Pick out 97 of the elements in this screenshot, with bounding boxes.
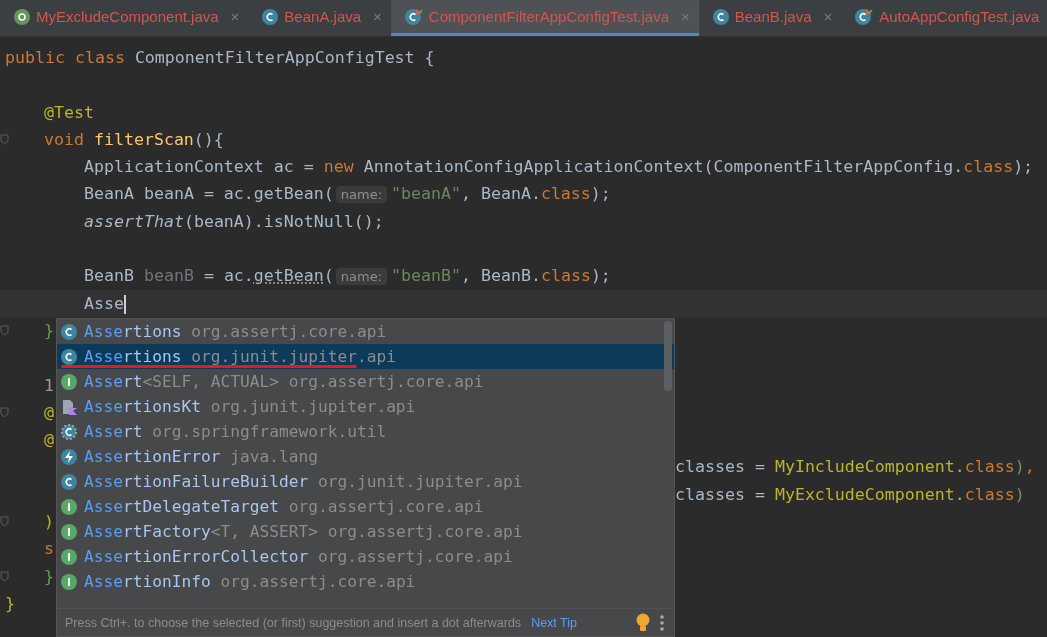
code-text: class bbox=[964, 457, 1015, 477]
code-text: = ac. bbox=[202, 266, 254, 286]
code-text: @ bbox=[44, 430, 54, 450]
suggestion-item[interactable]: Asse rt<SELF, ACTUAL> org.assertj.core.api bbox=[57, 369, 674, 394]
code-text: class bbox=[963, 157, 1014, 177]
code-text: , BeanA. bbox=[460, 184, 541, 204]
code-text: @ bbox=[44, 402, 54, 422]
code-text: ) bbox=[1014, 484, 1025, 504]
lightbulb-icon[interactable] bbox=[636, 612, 650, 633]
interface-icon bbox=[61, 573, 77, 590]
code-text: , BeanB. bbox=[461, 266, 541, 286]
code-text: public class bbox=[5, 48, 126, 67]
suggestion-item[interactable]: Asse rtionError java.lang bbox=[57, 444, 674, 469]
tab-label: MyExcludeComponent.java bbox=[36, 8, 219, 25]
code-text: } bbox=[5, 593, 15, 613]
code-text: getBean bbox=[253, 266, 324, 286]
kotlin-file-icon bbox=[61, 398, 77, 415]
editor-tab[interactable]: BeanA.java × bbox=[248, 0, 391, 36]
code-text: ); bbox=[590, 266, 611, 286]
code-text: ) bbox=[44, 512, 54, 532]
code-text: beanB bbox=[143, 266, 194, 286]
code-text: "beanB" bbox=[391, 266, 461, 286]
interface-icon bbox=[61, 498, 77, 515]
class-icon bbox=[61, 473, 77, 490]
parameter-hint: name: bbox=[335, 268, 388, 286]
fold-icon[interactable] bbox=[0, 516, 9, 528]
code-text: } bbox=[44, 566, 54, 586]
code-text: BeanB bbox=[84, 266, 135, 286]
class-icon bbox=[712, 8, 729, 25]
fold-icon[interactable] bbox=[0, 133, 9, 145]
test-class-icon bbox=[404, 8, 423, 25]
code-text: BeanA beanA = ac.getBean( bbox=[84, 184, 334, 204]
code-text: ) bbox=[1014, 457, 1025, 477]
scrollbar-thumb[interactable] bbox=[664, 321, 672, 391]
code-text: filterScan bbox=[93, 129, 194, 149]
fold-icon[interactable] bbox=[0, 406, 9, 418]
code-text: classes = bbox=[675, 484, 766, 504]
code-text: assertThat bbox=[84, 211, 184, 231]
code-text: classes = bbox=[675, 457, 766, 477]
code-text: ); bbox=[590, 184, 611, 204]
code-text: ApplicationContext ac = bbox=[84, 157, 315, 177]
suggestion-item[interactable]: Asse rtionFailureBuilder org.junit.jupiter.api bbox=[57, 469, 674, 494]
suggestion-item[interactable]: Asse rtions org.junit.jupiter.api bbox=[57, 344, 674, 369]
suggestion-item[interactable]: Asse rtFactory<T, ASSERT> org.assertj.core.api bbox=[57, 519, 674, 544]
close-icon[interactable]: × bbox=[823, 8, 833, 25]
code-text: Asse bbox=[84, 293, 124, 313]
suggestion-item[interactable]: Asse rtDelegateTarget org.assertj.core.api bbox=[57, 494, 674, 519]
abstract-class-icon bbox=[61, 423, 77, 440]
code-text: class bbox=[540, 266, 591, 286]
code-text: (){ bbox=[193, 129, 224, 149]
at-sign-icon bbox=[14, 8, 30, 25]
editor-tab[interactable]: MyExcludeComponent.java × bbox=[0, 0, 249, 36]
code-text: ); bbox=[1013, 157, 1034, 177]
test-class-icon bbox=[855, 8, 874, 25]
code-text: ComponentFilterAppConfigTest { bbox=[134, 48, 435, 67]
close-icon[interactable]: × bbox=[230, 8, 240, 25]
suggestion-item[interactable]: Asse rt org.springframework.util bbox=[57, 419, 674, 444]
code-text: ( bbox=[323, 266, 334, 286]
editor-tab[interactable]: AutoAppConfigTest.java bbox=[841, 0, 1047, 36]
code-text: } bbox=[44, 320, 54, 340]
code-text: MyExcludeComponent. bbox=[774, 484, 965, 504]
next-tip-link[interactable]: Next Tip bbox=[531, 615, 577, 630]
suggestion-item[interactable]: Asse rtionInfo org.assertj.core.api bbox=[57, 569, 674, 594]
suggestion-item[interactable]: Asse rtions org.assertj.core.api bbox=[57, 319, 674, 344]
lightning-icon bbox=[61, 448, 77, 465]
tab-label: ComponentFilterAppConfigTest.java bbox=[428, 8, 669, 25]
code-text: s bbox=[44, 539, 54, 559]
suggestion-item[interactable]: Asse rtionErrorCollector org.assertj.core.api bbox=[57, 544, 674, 569]
code-text: , bbox=[1024, 457, 1035, 477]
code-text: (beanA).isNotNull(); bbox=[183, 211, 384, 231]
class-icon bbox=[262, 8, 279, 25]
code-text: new bbox=[323, 157, 355, 177]
text-cursor bbox=[123, 294, 126, 314]
interface-icon bbox=[61, 373, 77, 390]
tip-text: Press Ctrl+. to choose the selected (or first) suggestion and insert a dot afterwards bbox=[65, 615, 522, 630]
code-text: @Test bbox=[44, 102, 94, 122]
interface-icon bbox=[61, 548, 77, 565]
editor-tab[interactable]: BeanB.java × bbox=[698, 0, 842, 36]
tab-label: AutoAppConfigTest.java bbox=[879, 8, 1040, 25]
more-icon[interactable] bbox=[660, 614, 664, 631]
code-text: class bbox=[540, 184, 591, 204]
code-text: void bbox=[44, 129, 85, 149]
parameter-hint: name: bbox=[335, 186, 387, 204]
suggestion-item[interactable]: Asse rtionsKt org.junit.jupiter.api bbox=[57, 394, 674, 419]
code-text: class bbox=[964, 484, 1015, 504]
fold-icon[interactable] bbox=[0, 324, 9, 336]
code-text: 1 bbox=[44, 375, 54, 395]
tab-label: BeanB.java bbox=[734, 8, 812, 25]
class-icon bbox=[61, 323, 77, 340]
interface-icon bbox=[61, 523, 77, 540]
tab-label: BeanA.java bbox=[284, 8, 362, 25]
code-text: "beanA" bbox=[391, 184, 461, 204]
close-icon[interactable]: × bbox=[373, 8, 382, 25]
fold-icon[interactable] bbox=[0, 570, 9, 582]
code-text: MyIncludeComponent. bbox=[774, 457, 965, 477]
code-text: AnnotationConfigApplicationContext(ComponentFilterAppConfig. bbox=[363, 157, 964, 177]
class-icon bbox=[61, 348, 77, 365]
